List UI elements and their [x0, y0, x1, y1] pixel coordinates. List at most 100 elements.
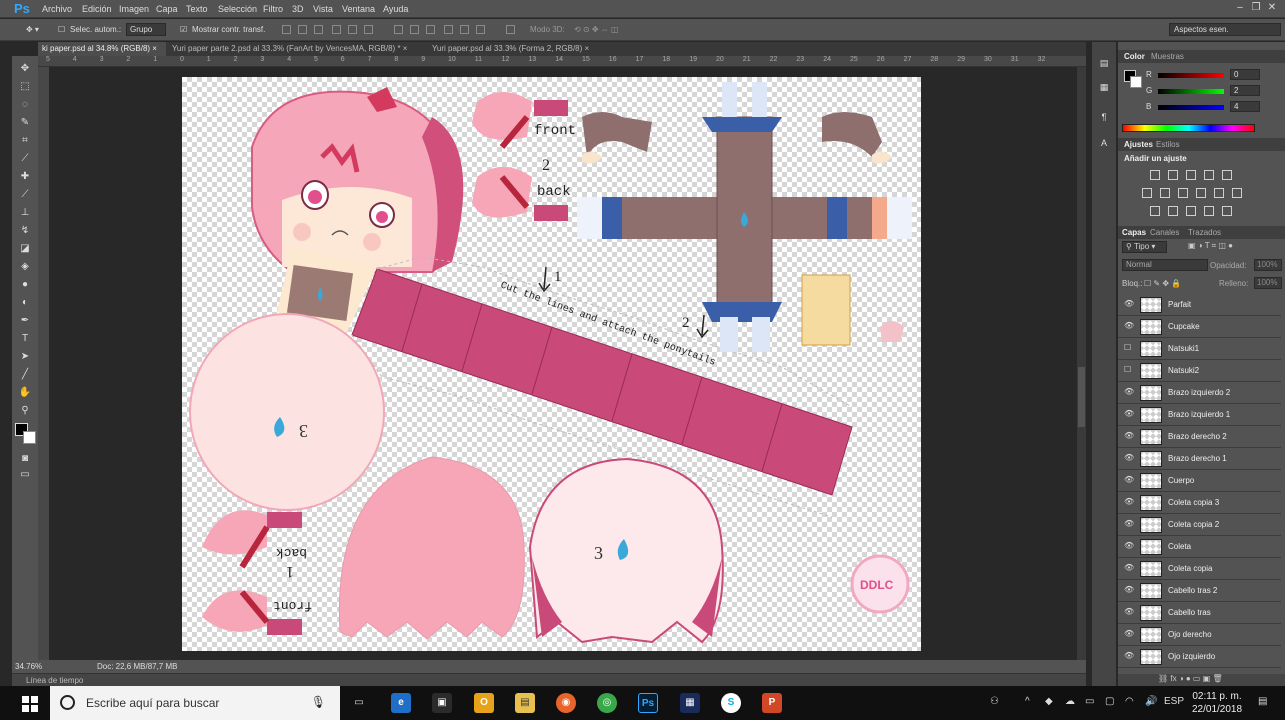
layer-row[interactable]: 👁 Ojo izquierdo — [1118, 646, 1281, 668]
store-icon[interactable]: ▣ — [432, 693, 452, 713]
mixer-icon[interactable] — [1214, 188, 1224, 198]
hue-icon[interactable] — [1142, 188, 1152, 198]
character-icon[interactable]: A — [1097, 138, 1111, 152]
windows-start-icon[interactable] — [22, 696, 38, 712]
distribute-top-icon[interactable] — [394, 25, 403, 34]
type-icon[interactable]: T — [18, 332, 32, 346]
layer-row[interactable]: 👁 Parfait — [1118, 294, 1281, 316]
tab-layers[interactable]: Capas — [1122, 228, 1146, 237]
layer-row[interactable]: 👁 Cuerpo — [1118, 470, 1281, 492]
exposure-icon[interactable] — [1204, 170, 1214, 180]
eye-icon[interactable]: 👁 — [1124, 453, 1134, 463]
eye-icon[interactable]: 👁 — [1124, 629, 1134, 639]
tab-styles[interactable]: Estilos — [1156, 140, 1180, 149]
hand-icon[interactable]: ✋ — [18, 386, 32, 400]
move-tool-icon[interactable]: ✥ ▾ — [26, 25, 39, 34]
distribute-hcenter-icon[interactable] — [460, 25, 469, 34]
distribute-right-icon[interactable] — [476, 25, 485, 34]
distribute-bottom-icon[interactable] — [426, 25, 435, 34]
color-swatches[interactable] — [15, 423, 37, 445]
close-icon[interactable]: ✕ — [1265, 1, 1279, 14]
microphone-icon[interactable]: 🎙 — [311, 695, 326, 709]
outlook-icon[interactable]: O — [474, 693, 494, 713]
zoom-icon[interactable]: ⚲ — [18, 404, 32, 418]
layer-row[interactable]: ☐ Natsuki1 — [1118, 338, 1281, 360]
properties-icon[interactable]: ▦ — [1097, 82, 1111, 96]
red-slider[interactable]: R0 — [1122, 69, 1282, 82]
eye-icon[interactable]: 👁 — [1124, 321, 1134, 331]
clock[interactable]: 02:11 p. m. 22/01/2018 — [1192, 690, 1242, 716]
timeline-panel[interactable]: Línea de tiempo — [12, 673, 1086, 686]
layer-row[interactable]: 👁 Brazo derecho 2 — [1118, 426, 1281, 448]
file-explorer-icon[interactable]: ▤ — [515, 693, 535, 713]
menu-seleccion[interactable]: Selección — [218, 4, 257, 14]
bw-icon[interactable] — [1178, 188, 1188, 198]
close-tab-icon[interactable]: × — [403, 44, 408, 53]
notifications-icon[interactable]: ▤ — [1258, 696, 1267, 707]
zoom-level[interactable]: 34.76% — [15, 662, 42, 671]
people-icon[interactable]: ⚇ — [990, 696, 999, 707]
photoshop-task-icon[interactable]: Ps — [638, 693, 658, 713]
eye-hidden-icon[interactable]: ☐ — [1124, 343, 1134, 353]
eye-icon[interactable]: 👁 — [1124, 585, 1134, 595]
flag-app-icon[interactable]: ▦ — [680, 693, 700, 713]
layer-row[interactable]: 👁 Coleta copia — [1118, 558, 1281, 580]
layer-row[interactable]: 👁 Coleta — [1118, 536, 1281, 558]
gradient-map-icon[interactable] — [1222, 206, 1232, 216]
pen-icon[interactable]: ✒ — [18, 314, 32, 328]
layer-row[interactable]: 👁 Brazo izquierdo 2 — [1118, 382, 1281, 404]
dodge-icon[interactable]: ◐ — [18, 296, 32, 310]
history-brush-icon[interactable]: ↯ — [18, 224, 32, 238]
eyedropper-icon[interactable]: ⟋ — [18, 152, 32, 166]
layer-filter-icons[interactable]: ▣ ◑ T ⌗ ◫ ● — [1188, 241, 1233, 251]
vertical-scrollbar[interactable] — [1077, 67, 1086, 660]
eye-icon[interactable]: 👁 — [1124, 607, 1134, 617]
restore-icon[interactable]: ❐ — [1249, 1, 1263, 14]
levels-icon[interactable] — [1168, 170, 1178, 180]
brush-icon[interactable]: ⟋ — [18, 188, 32, 202]
dropbox-icon[interactable]: ◆ — [1045, 696, 1053, 707]
vibrance-icon[interactable] — [1222, 170, 1232, 180]
eye-icon[interactable]: 👁 — [1124, 497, 1134, 507]
layer-row[interactable]: 👁 Coleta copia 3 — [1118, 492, 1281, 514]
skype-icon[interactable]: S — [721, 693, 741, 713]
screen-mode-icon[interactable]: ▭ — [18, 468, 32, 482]
eye-icon[interactable]: 👁 — [1124, 409, 1134, 419]
scroll-thumb[interactable] — [1078, 367, 1085, 427]
eye-icon[interactable]: 👁 — [1124, 651, 1134, 661]
path-select-icon[interactable]: ➤ — [18, 350, 32, 364]
tab-channels[interactable]: Canales — [1150, 228, 1179, 237]
group-select[interactable]: Grupo — [126, 23, 166, 36]
taskbar-search[interactable]: Escribe aquí para buscar 🎙 — [50, 686, 340, 720]
language-indicator[interactable]: ESP — [1164, 696, 1184, 707]
threshold-icon[interactable] — [1186, 206, 1196, 216]
stamp-icon[interactable]: ⊥ — [18, 206, 32, 220]
blur-icon[interactable]: ● — [18, 278, 32, 292]
minimize-icon[interactable]: – — [1233, 1, 1247, 14]
cloud-icon[interactable]: ☁ — [1065, 696, 1075, 707]
align-hcenter-icon[interactable] — [348, 25, 357, 34]
marquee-icon[interactable]: ⬚ — [18, 80, 32, 94]
blue-slider[interactable]: B4 — [1122, 101, 1282, 114]
align-vcenter-icon[interactable] — [298, 25, 307, 34]
task-view-icon[interactable]: ▭ — [349, 693, 369, 713]
layer-row[interactable]: ☐ Natsuki2 — [1118, 360, 1281, 382]
layer-row[interactable]: 👁 Coleta copia 2 — [1118, 514, 1281, 536]
selective-color-icon[interactable] — [1204, 206, 1214, 216]
layer-row[interactable]: 👁 Brazo derecho 1 — [1118, 448, 1281, 470]
brightness-icon[interactable] — [1150, 170, 1160, 180]
layer-actions[interactable]: ⛓ fx ◑ ● ▭ ▣ 🗑 — [1118, 674, 1285, 686]
layer-row[interactable]: 👁 Cupcake — [1118, 316, 1281, 338]
distribute-left-icon[interactable] — [444, 25, 453, 34]
fill-input[interactable]: 100% — [1254, 277, 1282, 289]
eye-icon[interactable]: 👁 — [1124, 431, 1134, 441]
workspace-select[interactable]: Aspectos esen. — [1169, 23, 1281, 36]
lasso-icon[interactable]: ◌ — [18, 98, 32, 112]
align-bottom-icon[interactable] — [314, 25, 323, 34]
eye-icon[interactable]: 👁 — [1124, 387, 1134, 397]
document-info[interactable]: Doc: 22,6 MB/87,7 MB — [97, 662, 177, 671]
tab-natsuki-paper[interactable]: ki paper.psd al 34.8% (RGB/8) × — [38, 42, 166, 56]
photo-filter-icon[interactable] — [1196, 188, 1206, 198]
tab-color[interactable]: Color — [1124, 52, 1145, 61]
posterize-icon[interactable] — [1168, 206, 1178, 216]
